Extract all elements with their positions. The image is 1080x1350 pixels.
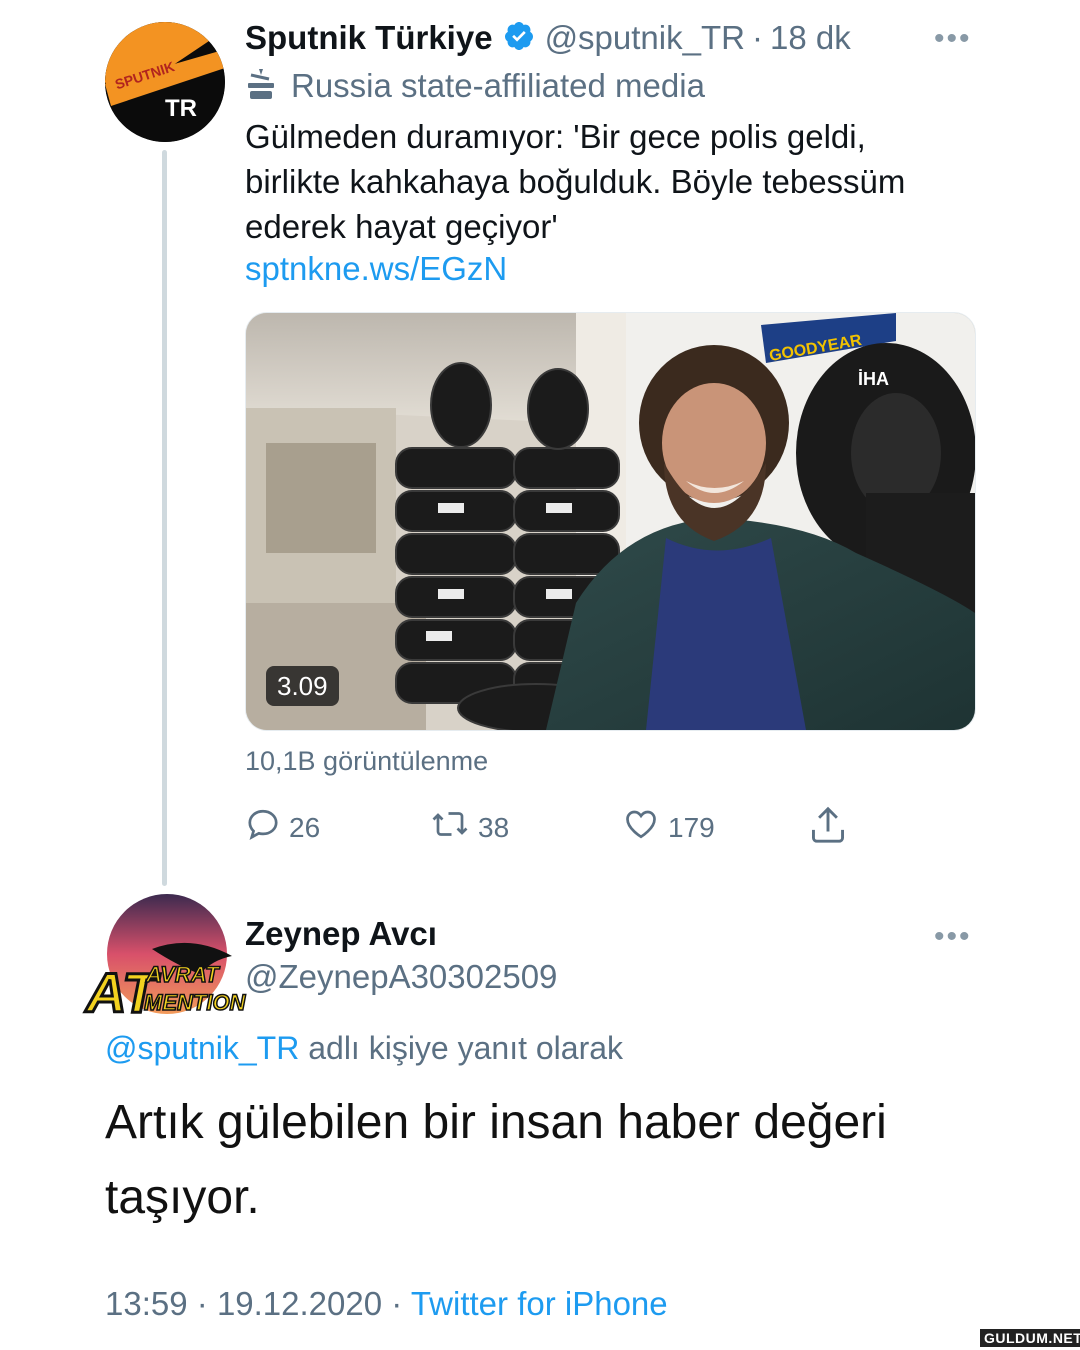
sputnik-avatar[interactable]: SPUTNIK TR xyxy=(105,22,225,142)
tweet-text-line: ederek hayat geçiyor' xyxy=(245,208,558,245)
replying-to-handle[interactable]: @sputnik_TR xyxy=(105,1030,299,1066)
reply-date[interactable]: 19.12.2020 xyxy=(217,1285,382,1322)
reply-handle[interactable]: @ZeynepA30302509 xyxy=(245,958,557,996)
sputnik-logo: SPUTNIK TR xyxy=(105,22,225,142)
reply-text-line: taşıyor. xyxy=(105,1171,260,1224)
avatar-image: AT AVRAT MENTION xyxy=(83,894,247,1026)
verified-icon xyxy=(503,20,535,57)
reply-count: 26 xyxy=(289,811,321,843)
retweet-button[interactable]: 38 xyxy=(430,806,509,849)
avatar-text-mention: MENTION xyxy=(144,990,247,1015)
video-frame: GOODYEAR İHA xyxy=(246,313,975,730)
time-ago[interactable]: 18 dk xyxy=(770,19,851,57)
share-icon[interactable] xyxy=(808,804,848,851)
retweet-count: 38 xyxy=(478,811,510,843)
tweet-text: Gülmeden duramıyor: 'Bir gece polis geld… xyxy=(245,114,1005,249)
tweet-header: Sputnik Türkiye @sputnik_TR · 18 dk xyxy=(245,16,851,60)
reply-text-line: Artık gülebilen bir insan haber değeri xyxy=(105,1096,887,1149)
handle[interactable]: @sputnik_TR xyxy=(545,19,745,57)
retweet-icon xyxy=(430,806,470,849)
tweet-text-line: birlikte kahkahaya boğulduk. Böyle tebes… xyxy=(245,163,906,200)
site-watermark: GULDUM.NET xyxy=(980,1329,1080,1347)
tweet-link[interactable]: sptnkne.ws/EGzN xyxy=(245,250,507,288)
video-duration-badge: 3.09 xyxy=(266,666,339,706)
reply-text: Artık gülebilen bir insan haber değeri t… xyxy=(105,1085,1005,1235)
thread-connector xyxy=(162,150,167,886)
reply-icon xyxy=(245,806,281,849)
state-media-text: Russia state-affiliated media xyxy=(291,67,705,104)
more-icon[interactable]: ••• xyxy=(934,22,972,56)
reply-time[interactable]: 13:59 xyxy=(105,1285,188,1322)
like-icon xyxy=(622,806,660,849)
replying-to-text: adlı kişiye yanıt olarak xyxy=(308,1030,624,1066)
tweet-text-line: Gülmeden duramıyor: 'Bir gece polis geld… xyxy=(245,118,866,155)
avatar-text-bottom: TR xyxy=(165,95,197,122)
zeynep-avatar[interactable]: AT AVRAT MENTION xyxy=(82,894,247,1026)
view-count: 10,1B görüntülenme xyxy=(245,746,489,776)
reply-display-name[interactable]: Zeynep Avcı xyxy=(245,915,437,953)
like-count: 179 xyxy=(668,811,715,843)
display-name[interactable]: Sputnik Türkiye xyxy=(245,19,493,57)
reply-button[interactable]: 26 xyxy=(245,806,320,849)
replying-to: @sputnik_TR adlı kişiye yanıt olarak xyxy=(105,1030,623,1067)
like-button[interactable]: 179 xyxy=(622,806,715,849)
state-media-icon xyxy=(245,67,277,106)
avatar-text-avrat: AVRAT xyxy=(145,962,220,987)
tweet-meta: 13:59 · 19.12.2020 · Twitter for iPhone xyxy=(105,1285,668,1322)
reply-more-icon[interactable]: ••• xyxy=(934,920,972,954)
video-thumbnail[interactable]: GOODYEAR İHA xyxy=(245,312,976,731)
video-watermark: İHA xyxy=(858,369,889,389)
separator: · xyxy=(751,19,763,56)
state-media-label[interactable]: Russia state-affiliated media xyxy=(245,64,705,108)
tweet-source[interactable]: Twitter for iPhone xyxy=(411,1285,668,1322)
